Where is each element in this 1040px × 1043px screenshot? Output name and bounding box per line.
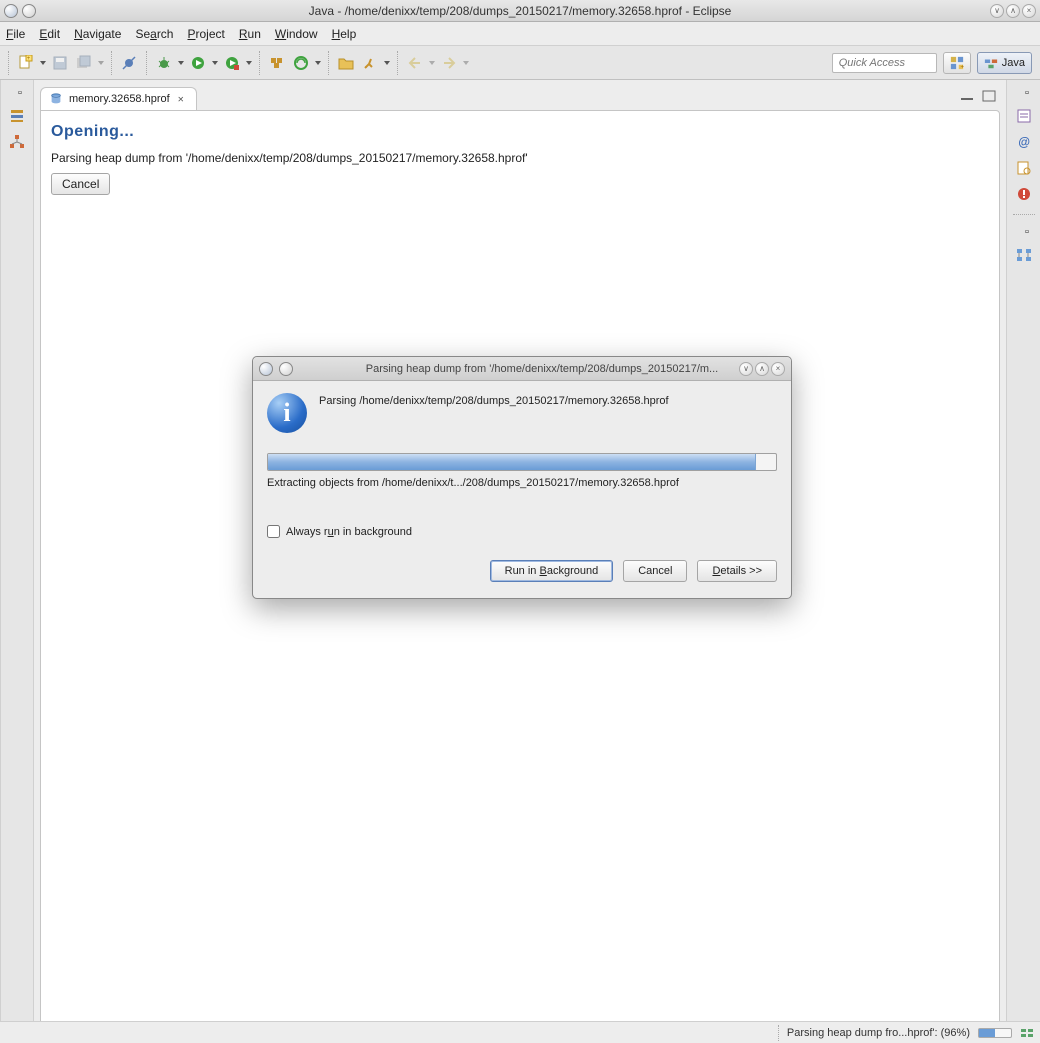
dialog-maximize-button[interactable]: ∧ [755, 362, 769, 376]
navigator-icon[interactable] [1014, 245, 1034, 265]
always-background-checkbox-row[interactable]: Always run in background [267, 525, 777, 538]
menu-search[interactable]: Search [135, 27, 173, 41]
save-button[interactable] [49, 52, 71, 74]
dialog-minimize-button[interactable]: ∨ [739, 362, 753, 376]
maximize-view-icon[interactable] [982, 90, 996, 102]
run-last-button[interactable] [221, 52, 243, 74]
nav-back-button[interactable] [404, 52, 426, 74]
editor-cancel-button[interactable]: Cancel [51, 173, 110, 195]
eclipse-app-icon [4, 4, 18, 18]
minimize-button[interactable]: ∨ [990, 4, 1004, 18]
search-button[interactable] [359, 52, 381, 74]
dialog-close-button[interactable]: × [771, 362, 785, 376]
maximize-button[interactable]: ∧ [1006, 4, 1020, 18]
main-toolbar: + [0, 46, 1040, 80]
dialog-title: Parsing heap dump from '/home/denixx/tem… [299, 363, 785, 375]
window-menu-icon[interactable] [22, 4, 36, 18]
dialog-message: Parsing /home/denixx/temp/208/dumps_2015… [319, 393, 669, 407]
status-progress-bar[interactable] [978, 1028, 1012, 1038]
always-background-checkbox[interactable] [267, 525, 280, 538]
svg-text:+: + [27, 56, 31, 62]
close-button[interactable]: × [1022, 4, 1036, 18]
debug-dropdown[interactable] [177, 52, 185, 74]
dialog-cancel-button[interactable]: Cancel [623, 560, 687, 582]
run-dropdown[interactable] [211, 52, 219, 74]
open-resource-button[interactable] [335, 52, 357, 74]
hprof-file-icon [49, 92, 63, 106]
new-button[interactable]: + [15, 52, 37, 74]
dialog-subtask: Extracting objects from /home/denixx/t..… [267, 477, 777, 489]
show-progress-icon[interactable] [1020, 1026, 1034, 1040]
open-perspective-button[interactable]: + [943, 52, 971, 74]
menu-window[interactable]: Window [275, 27, 318, 41]
editor-tab-bar: memory.32658.hprof ✕ [40, 86, 1000, 110]
window-titlebar: Java - /home/denixx/temp/208/dumps_20150… [0, 0, 1040, 22]
new-package-button[interactable] [266, 52, 288, 74]
info-icon: i [267, 393, 307, 433]
search-results-icon[interactable] [1014, 158, 1034, 178]
nav-back-dropdown[interactable] [428, 52, 436, 74]
always-background-label: Always run in background [286, 526, 412, 538]
search-dropdown[interactable] [383, 52, 391, 74]
tab-close-icon[interactable]: ✕ [176, 94, 186, 105]
dialog-body: i Parsing /home/denixx/temp/208/dumps_20… [253, 381, 791, 598]
debug-button[interactable] [153, 52, 175, 74]
package-explorer-icon[interactable] [7, 106, 27, 126]
perspective-label: Java [1002, 57, 1025, 69]
window-title: Java - /home/denixx/temp/208/dumps_20150… [0, 4, 1040, 18]
new-type-button[interactable] [290, 52, 312, 74]
details-button[interactable]: Details >> [697, 560, 777, 582]
titlebar-left-icons [0, 4, 36, 18]
minimize-view-icon[interactable] [960, 90, 974, 102]
restore-view-icon[interactable]: ▫ [13, 86, 27, 100]
task-list-icon[interactable] [1014, 106, 1034, 126]
save-all-button[interactable] [73, 52, 95, 74]
menu-edit[interactable]: Edit [39, 27, 60, 41]
hierarchy-icon[interactable] [7, 132, 27, 152]
svg-text:+: + [960, 63, 964, 70]
restore-view-icon-right2[interactable]: ▫ [1020, 225, 1034, 239]
menu-project[interactable]: Project [187, 27, 224, 41]
restore-view-icon-right[interactable]: ▫ [1020, 86, 1034, 100]
menu-help[interactable]: Help [332, 27, 357, 41]
nav-forward-dropdown[interactable] [462, 52, 470, 74]
outline-icon[interactable]: @ [1014, 132, 1034, 152]
titlebar-right-controls: ∨ ∧ × [990, 4, 1036, 18]
menu-navigate[interactable]: Navigate [74, 27, 121, 41]
java-perspective-button[interactable]: Java [977, 52, 1032, 74]
menubar: File Edit Navigate Search Project Run Wi… [0, 22, 1040, 46]
progress-dialog: Parsing heap dump from '/home/denixx/tem… [252, 356, 792, 599]
right-trim-bar: ▫ @ ▫ [1006, 80, 1040, 1042]
dialog-menu-icon[interactable] [279, 362, 293, 376]
run-in-background-button[interactable]: Run in Background [490, 560, 614, 582]
dialog-titlebar[interactable]: Parsing heap dump from '/home/denixx/tem… [253, 357, 791, 381]
run-button[interactable] [187, 52, 209, 74]
new-type-dropdown[interactable] [314, 52, 322, 74]
editor-tab-label: memory.32658.hprof [69, 93, 170, 105]
parse-message: Parsing heap dump from '/home/denixx/tem… [51, 151, 989, 165]
save-all-dropdown[interactable] [97, 52, 105, 74]
quick-access-input[interactable] [832, 53, 937, 73]
status-bar: Parsing heap dump fro...hprof': (96%) [0, 1021, 1040, 1043]
problems-icon[interactable] [1014, 184, 1034, 204]
nav-forward-button[interactable] [438, 52, 460, 74]
dialog-progress-bar [267, 453, 777, 471]
opening-heading: Opening... [51, 123, 989, 141]
menu-run[interactable]: Run [239, 27, 261, 41]
run-last-dropdown[interactable] [245, 52, 253, 74]
editor-tab[interactable]: memory.32658.hprof ✕ [40, 87, 197, 110]
eclipse-app-icon [259, 362, 273, 376]
left-trim-bar: ▫ [0, 80, 34, 1042]
status-text: Parsing heap dump fro...hprof': (96%) [787, 1027, 970, 1039]
skip-breakpoints-button[interactable] [118, 52, 140, 74]
new-dropdown[interactable] [39, 52, 47, 74]
svg-text:@: @ [1018, 135, 1030, 149]
menu-file[interactable]: File [6, 27, 25, 41]
